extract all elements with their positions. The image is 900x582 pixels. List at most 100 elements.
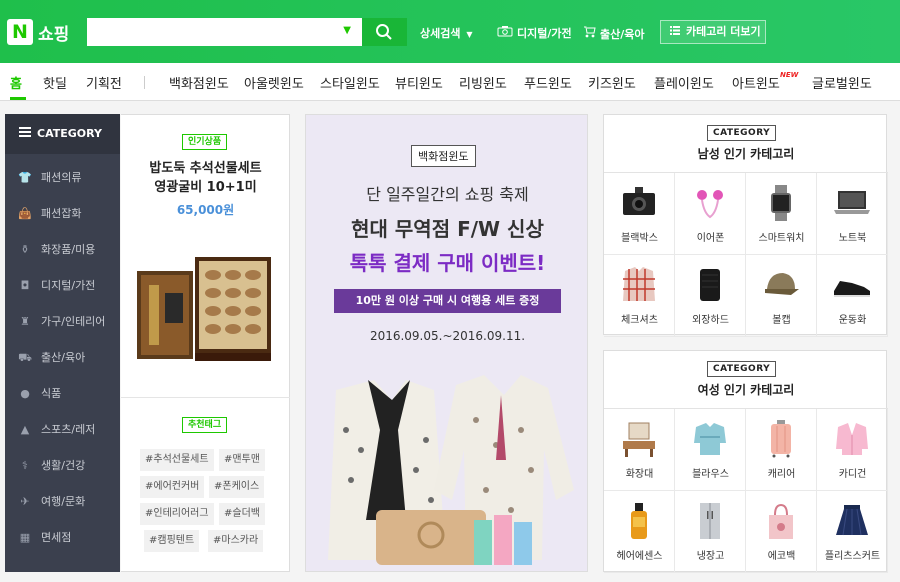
bag-icon: 👜 [18,207,32,220]
featured-product-title[interactable]: 밥도둑 추석선물세트 영광굴비 10+1미 [121,159,290,197]
category-cell-vanity[interactable]: 화장대 [604,409,675,491]
category-cell-laptop[interactable]: 노트북 [817,173,888,255]
category-cell-sneakers[interactable]: 운동화 [817,255,888,337]
banner-offer-strip: 10만 원 이상 구매 시 여행용 세트 증정 [334,289,561,313]
menu-icon [19,114,31,154]
banner-subtitle: 단 일주일간의 쇼핑 축제 [366,185,529,204]
nav-item-food[interactable]: 푸드윈도 [524,73,572,92]
featured-product-price: 65,000원 [176,203,235,217]
list-icon [670,21,680,43]
sidebar-item-dutyfree[interactable]: ▦ 면세점 [5,520,120,556]
category-cell-smartwatch[interactable]: 스마트워치 [746,173,817,255]
category-cell-ecobag[interactable]: 에코백 [746,491,817,573]
check-shirt-icon [623,267,655,301]
category-cell-earphones[interactable]: 이어폰 [675,173,746,255]
sidebar-item-cosmetics[interactable]: ⚱ 화장품/미용 [5,232,120,268]
camera-icon: ◘ [20,279,30,292]
nav-active-indicator [10,97,26,100]
banner-date: 2016.09.05.~2016.09.11. [369,329,526,343]
stroller-icon: ⛟ [18,351,32,364]
header-link-label: 출산/육아 [600,28,645,41]
tag-chip[interactable]: #캠핑텐트 [144,530,200,552]
sidebar-item-sports[interactable]: ▲ 스포츠/레저 [5,412,120,448]
detail-search-link[interactable]: 상세검색 ▼ [420,25,472,41]
earphones-icon [697,190,723,219]
nav-item-hotdeal[interactable]: 핫딜 [43,73,67,92]
sidebar-item-label: 디지털/가전 [41,279,96,292]
sidebar-item-food[interactable]: ● 식품 [5,376,120,412]
search-dropdown-icon[interactable]: ▼ [343,25,351,36]
tag-chip[interactable]: #마스카라 [208,530,264,552]
category-cell-label: 캐리어 [767,469,796,480]
sidebar-item-furniture[interactable]: ♜ 가구/인테리어 [5,304,120,340]
category-cell-cardigan[interactable]: 카디건 [817,409,888,491]
category-cell-blackbox[interactable]: 블랙박스 [604,173,675,255]
sidebar-item-baby[interactable]: ⛟ 출산/육아 [5,340,120,376]
sidebar-item-label: 패션의류 [41,171,82,184]
men-category-title: 남성 인기 카테고리 [697,147,795,161]
apple-icon: ● [20,387,30,400]
header-link-digital[interactable]: 디지털/가전 [497,25,572,41]
category-badge: CATEGORY [707,361,777,377]
sidebar-item-label: 출산/육아 [41,351,86,364]
tag-chip[interactable]: #맨투맨 [219,449,265,471]
category-more-button[interactable]: 카테고리 더보기 [660,20,766,44]
women-category-title: 여성 인기 카테고리 [697,383,795,397]
category-cell-ballcap[interactable]: 볼캡 [746,255,817,337]
women-category-grid: 화장대 블라우스 캐리어 카디건 헤어에센스 냉장고 에코백 플리츠스커트 [604,408,888,573]
sidebar-item-label: 식품 [41,387,62,400]
ballcap-icon [765,273,799,295]
nav-item-living[interactable]: 리빙윈도 [459,73,507,92]
naver-logo[interactable]: N [7,19,33,45]
sidebar-header-label: CATEGORY [37,127,102,140]
blouse-icon [694,423,726,455]
nav-item-art[interactable]: 아트윈도 [732,73,780,92]
nav-item-home[interactable]: 홈 [10,73,22,92]
sidebar-item-accessories[interactable]: 👜 패션잡화 [5,196,120,232]
nav-item-department[interactable]: 백화점윈도 [169,73,229,92]
category-cell-label: 냉장고 [696,551,725,562]
laptop-icon [834,191,870,214]
sidebar-item-life[interactable]: ⚕ 생활/건강 [5,448,120,484]
nav-item-style[interactable]: 스타일윈도 [320,73,380,92]
tag-chip[interactable]: #슬더백 [219,503,265,525]
category-cell-label: 헤어에센스 [616,551,663,562]
promo-banner[interactable]: 백화점윈도 단 일주일간의 쇼핑 축제 현대 무역점 F/W 신상 톡톡 결제 … [305,114,588,572]
search-icon [376,24,392,40]
category-cell-pleated-skirt[interactable]: 플리츠스커트 [817,491,888,573]
smartwatch-icon [771,185,791,221]
category-cell-hair-essence[interactable]: 헤어에센스 [604,491,675,573]
blackbox-icon [623,187,655,215]
sidebar-item-fashion[interactable]: 👕 패션의류 [5,160,120,196]
dumbbell-icon: ⚕ [22,459,28,472]
camera-icon [497,25,513,40]
nav-item-kids[interactable]: 키즈윈도 [588,73,636,92]
category-cell-check-shirt[interactable]: 체크셔츠 [604,255,675,337]
tag-chip[interactable]: #인테리어러그 [140,503,214,525]
nav-divider [144,76,145,89]
tag-chip[interactable]: #추석선물세트 [140,449,214,471]
shirt-icon: 👕 [18,171,32,184]
header-link-baby[interactable]: 출산/육아 [582,25,645,42]
search-input[interactable]: ▼ [87,18,362,46]
tag-chip[interactable]: #폰케이스 [209,476,265,498]
shopping-brand[interactable]: 쇼핑 [38,20,69,45]
nav-item-global[interactable]: 글로벌윈도 [812,73,872,92]
store-icon: ▦ [19,531,31,544]
nav-item-exhibition[interactable]: 기획전 [86,73,122,92]
men-category-grid: 블랙박스 이어폰 스마트워치 노트북 체크셔츠 외장하드 볼캡 운동화 [604,172,888,337]
vanity-icon [623,422,655,457]
sidebar-item-travel[interactable]: ✈ 여행/문화 [5,484,120,520]
nav-item-beauty[interactable]: 뷰티윈도 [395,73,443,92]
category-cell-label: 이어폰 [696,233,725,244]
nav-item-play[interactable]: 플레이윈도 [654,73,714,92]
tag-chip[interactable]: #에어컨커버 [140,476,205,498]
category-cell-hard-drive[interactable]: 외장하드 [675,255,746,337]
sidebar-item-digital[interactable]: ◘ 디지털/가전 [5,268,120,304]
category-cell-suitcase[interactable]: 캐리어 [746,409,817,491]
search-button[interactable] [362,18,407,46]
category-cell-blouse[interactable]: 블라우스 [675,409,746,491]
gift-set-image[interactable] [135,253,273,363]
nav-item-outlet[interactable]: 아울렛윈도 [244,73,304,92]
category-cell-refrigerator[interactable]: 냉장고 [675,491,746,573]
